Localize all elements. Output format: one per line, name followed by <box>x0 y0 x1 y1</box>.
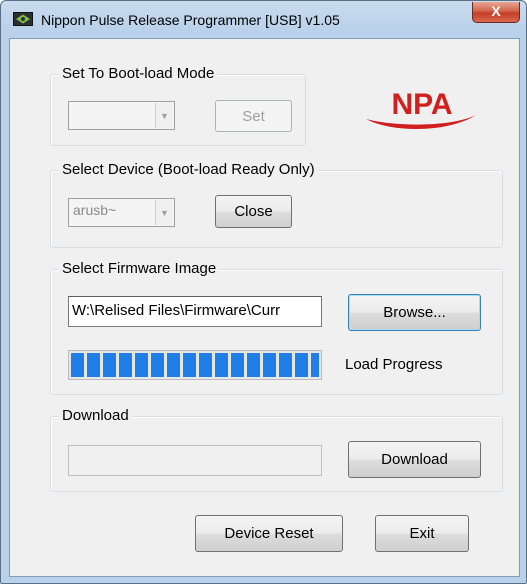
download-group: Download Download <box>50 407 503 492</box>
boot-mode-combo[interactable]: ▼ <box>68 101 175 130</box>
browse-button-label: Browse... <box>383 304 446 321</box>
close-icon: X <box>491 3 501 19</box>
npa-logo: NPA <box>366 88 476 130</box>
boot-mode-group: Set To Boot-load Mode ▼ Set <box>50 65 306 146</box>
window-title: Nippon Pulse Release Programmer [USB] v1… <box>41 12 340 28</box>
device-group: Select Device (Boot-load Ready Only) aru… <box>50 161 503 248</box>
chevron-down-icon[interactable]: ▼ <box>155 103 173 128</box>
set-button-label: Set <box>242 107 265 125</box>
close-window-button[interactable]: X <box>472 2 520 23</box>
device-combo-value: arusb~ <box>73 202 117 218</box>
device-group-label: Select Device (Boot-load Ready Only) <box>59 161 318 178</box>
set-button[interactable]: Set <box>215 100 292 132</box>
app-icon <box>13 12 33 26</box>
logo-text: NPA <box>391 88 452 121</box>
device-reset-button-label: Device Reset <box>224 525 314 542</box>
firmware-group-label: Select Firmware Image <box>59 260 220 277</box>
firmware-path-input[interactable]: W:\Relised Files\Firmware\Curr <box>68 296 322 327</box>
device-combo[interactable]: arusb~ ▼ <box>68 198 175 227</box>
title-bar[interactable]: Nippon Pulse Release Programmer [USB] v1… <box>1 1 526 39</box>
device-reset-button[interactable]: Device Reset <box>195 515 343 552</box>
chevron-down-icon[interactable]: ▼ <box>155 200 173 225</box>
close-device-button-label: Close <box>234 203 273 220</box>
download-status-field <box>68 445 322 476</box>
load-progress-fill <box>71 353 319 377</box>
load-progress-bar <box>68 350 322 380</box>
firmware-group: Select Firmware Image W:\Relised Files\F… <box>50 260 503 395</box>
close-device-button[interactable]: Close <box>215 195 292 228</box>
download-button[interactable]: Download <box>348 441 481 478</box>
client-area: Set To Boot-load Mode ▼ Set NPA Select D… <box>9 38 520 577</box>
download-button-label: Download <box>381 451 448 468</box>
browse-button[interactable]: Browse... <box>348 294 481 331</box>
app-window: Nippon Pulse Release Programmer [USB] v1… <box>0 0 527 584</box>
exit-button-label: Exit <box>409 525 435 542</box>
boot-mode-group-label: Set To Boot-load Mode <box>59 65 218 82</box>
load-progress-label: Load Progress <box>345 356 443 373</box>
download-group-label: Download <box>59 407 132 424</box>
exit-button[interactable]: Exit <box>375 515 469 552</box>
